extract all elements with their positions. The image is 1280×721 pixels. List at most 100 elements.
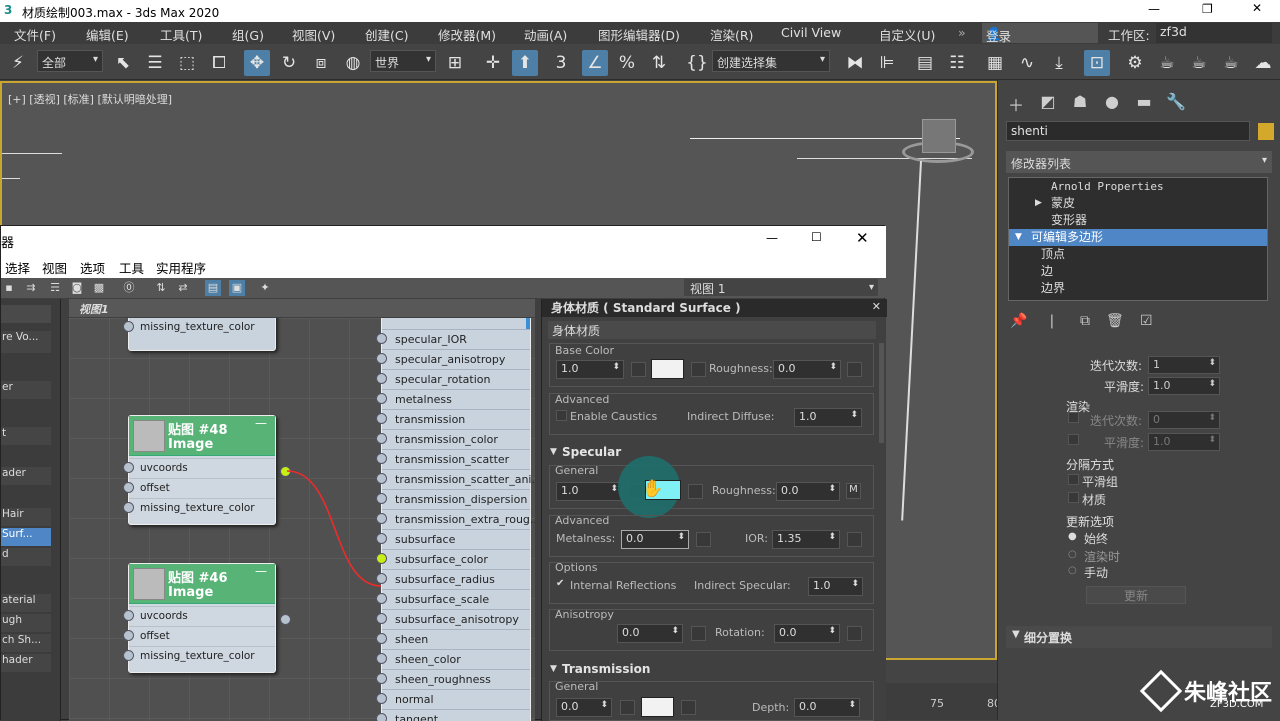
minimize-icon[interactable]: — [1148, 2, 1160, 16]
pivot-center-icon[interactable]: ⊞ [442, 50, 468, 76]
anisotropy-spinner[interactable]: 0.0 [617, 624, 683, 643]
snap-toggle-icon[interactable]: 3 [548, 50, 574, 76]
render-cloud-icon[interactable]: ☁ [1250, 50, 1276, 76]
material-port-row[interactable]: metalness [382, 389, 530, 409]
assign-to-selection-icon[interactable]: ☴ [47, 280, 63, 296]
menu-graph-editors[interactable]: 图形编辑器(D) [598, 25, 680, 44]
stack-item-skin[interactable]: ▶ 蒙皮 [1009, 195, 1267, 212]
base-weight-spinner[interactable]: 1.0 [556, 360, 624, 379]
input-port[interactable] [376, 593, 387, 604]
angle-snap-icon[interactable]: ∠ [582, 50, 608, 76]
sme-minimize-icon[interactable]: — [766, 231, 778, 245]
close-panel-icon[interactable]: ✕ [872, 300, 881, 313]
stack-item-morpher[interactable]: 变形器 [1009, 212, 1267, 229]
view-tab[interactable]: 视图1 [69, 299, 535, 317]
material-port-row[interactable]: subsurface_scale [382, 589, 530, 609]
sme-menu-options[interactable]: 选项 [80, 258, 105, 277]
specular-roughness-map-button[interactable]: M [846, 483, 861, 499]
material-port-row[interactable]: sheen_roughness [382, 669, 530, 689]
display-tab-icon[interactable]: ▬ [1132, 92, 1156, 116]
input-port[interactable] [376, 393, 387, 404]
base-roughness-map-button[interactable] [847, 362, 862, 377]
indirect-specular-spinner[interactable]: 1.0 [808, 577, 863, 596]
material-name-field[interactable]: 身体材质 [548, 321, 876, 339]
transmission-section-title[interactable]: Transmission [562, 662, 650, 676]
collapse-specular-icon[interactable]: ▼ [550, 447, 557, 457]
close-icon[interactable]: ✕ [1252, 1, 1262, 15]
standard-surface-node[interactable]: specular_IOR specular_anisotropy specular_… [376, 318, 535, 721]
anisotropy-map-button[interactable] [691, 626, 706, 641]
rendered-frame-icon[interactable]: ☕ [1154, 50, 1180, 76]
layout-children-icon[interactable]: ▣ [229, 280, 245, 296]
collapse-icon[interactable]: ▼ [1015, 229, 1022, 246]
stack-item-vertex[interactable]: 顶点 [1009, 246, 1267, 263]
menu-tools[interactable]: 工具(T) [160, 25, 202, 44]
transmission-weight-spinner[interactable]: 0.0 [556, 698, 612, 717]
ior-spinner[interactable]: 1.35 [772, 530, 840, 549]
view-selector-dropdown[interactable]: 视图 1 [683, 278, 879, 297]
show-end-result-icon[interactable]: ❘ [1046, 313, 1058, 329]
always-radio[interactable]: ● [1068, 531, 1077, 542]
transmission-color-map-button[interactable] [681, 700, 696, 715]
schematic-view-icon[interactable]: ⊡ [1084, 50, 1110, 76]
input-port[interactable] [376, 453, 387, 464]
move-children-icon[interactable]: ⇅ [153, 280, 169, 296]
material-port-row[interactable]: transmission_scatter_ani... [382, 469, 535, 489]
material-port-row[interactable]: normal [382, 689, 530, 709]
input-port[interactable] [376, 373, 387, 384]
backlight-icon[interactable]: ▩ [91, 280, 107, 296]
named-selection-dropdown[interactable]: 创建选择集 [712, 50, 830, 72]
login-dropdown[interactable]: 👤 登录 [982, 23, 1098, 44]
menu-animation[interactable]: 动画(A) [524, 25, 567, 44]
sme-maximize-icon[interactable]: ☐ [811, 230, 822, 244]
specular-roughness-spinner[interactable]: 0.0 [776, 482, 840, 501]
utilities-tab-icon[interactable]: 🔧 [1164, 92, 1188, 116]
menu-civil-view[interactable]: Civil View [781, 25, 841, 40]
sme-menu-utilities[interactable]: 实用程序 [156, 258, 206, 277]
input-port[interactable] [376, 573, 387, 584]
material-port-row[interactable]: transmission_scatter [382, 449, 530, 469]
menu-customize[interactable]: 自定义(U) [879, 25, 935, 44]
stack-item-arnold[interactable]: Arnold Properties [1009, 178, 1267, 195]
browser-item[interactable]: ch Sh... [1, 634, 51, 652]
sme-menu-select[interactable]: 选择 [5, 258, 30, 277]
configure-sets-icon[interactable]: ☑ [1140, 313, 1153, 329]
base-roughness-spinner[interactable]: 0.0 [773, 360, 841, 379]
remove-modifier-icon[interactable]: 🗑 [1106, 313, 1124, 329]
layout-all-icon[interactable]: ▤ [205, 280, 221, 296]
show-background-icon[interactable]: ◙ [69, 280, 85, 296]
stack-item-border[interactable]: 边界 [1009, 280, 1267, 297]
rectangle-selection-icon[interactable]: ⬚ [174, 50, 200, 76]
base-color-map-button[interactable] [691, 362, 706, 377]
material-port-row[interactable]: subsurface [382, 529, 530, 549]
iterations-spinner[interactable]: 1 [1148, 356, 1220, 374]
menu-file[interactable]: 文件(F) [14, 25, 56, 44]
workspace-dropdown[interactable]: zf3d [1156, 23, 1272, 43]
menu-overflow-icon[interactable]: » [958, 25, 966, 40]
transmission-weight-map-button[interactable] [620, 700, 635, 715]
render-production-icon[interactable]: ☕ [1186, 50, 1212, 76]
indirect-diffuse-spinner[interactable]: 1.0 [794, 408, 862, 427]
selection-filter-dropdown[interactable]: 全部 [37, 50, 103, 72]
browser-item[interactable]: t [1, 427, 51, 445]
put-to-scene-icon[interactable]: ⇉ [23, 280, 39, 296]
render-smoothness-spinner[interactable]: 1.0 [1148, 433, 1220, 451]
smoothing-groups-checkbox[interactable] [1068, 474, 1079, 485]
metalness-map-button[interactable] [696, 532, 711, 547]
material-port-row[interactable]: transmission_dispersion [382, 489, 530, 509]
material-port-row[interactable]: transmission_color [382, 429, 530, 449]
internal-reflections-checkbox[interactable]: ✔ [556, 578, 564, 589]
select-by-name-icon[interactable]: ☰ [142, 50, 168, 76]
hierarchy-tab-icon[interactable]: ☗ [1068, 92, 1092, 116]
menu-views[interactable]: 视图(V) [292, 25, 335, 44]
node-graph-canvas[interactable]: missing_texture_color 贴图 #48 Image — uvc… [69, 318, 535, 721]
collapse-transmission-icon[interactable]: ▼ [550, 664, 557, 674]
base-color-swatch[interactable] [651, 359, 684, 379]
ior-map-button[interactable] [847, 532, 862, 547]
mirror-icon[interactable]: ⧓ [842, 50, 868, 76]
manual-radio[interactable]: ○ [1068, 565, 1077, 576]
rotation-map-button[interactable] [847, 626, 862, 641]
pin-stack-icon[interactable]: 📌 [1010, 313, 1027, 329]
object-name-field[interactable]: shenti [1006, 121, 1250, 141]
specular-section-title[interactable]: Specular [562, 445, 621, 459]
